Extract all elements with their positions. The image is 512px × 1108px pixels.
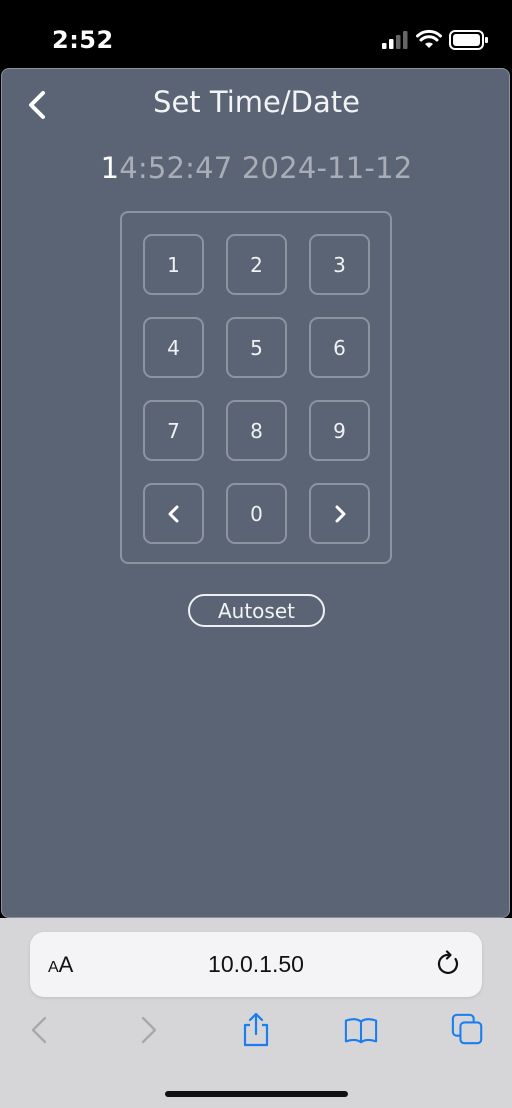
share-icon[interactable] xyxy=(239,1012,273,1048)
key-0[interactable]: 0 xyxy=(226,483,287,544)
key-1[interactable]: 1 xyxy=(143,234,204,295)
browser-bar: AA 10.0.1.50 xyxy=(0,918,512,1108)
key-7[interactable]: 7 xyxy=(143,400,204,461)
key-9[interactable]: 9 xyxy=(309,400,370,461)
key-5[interactable]: 5 xyxy=(226,317,287,378)
tabs-icon[interactable] xyxy=(451,1012,485,1048)
key-4[interactable]: 4 xyxy=(143,317,204,378)
key-6[interactable]: 6 xyxy=(309,317,370,378)
left-arrow-icon xyxy=(168,505,178,522)
reload-icon[interactable] xyxy=(436,950,462,978)
autoset-button[interactable]: Autoset xyxy=(188,594,325,627)
signal-icon xyxy=(382,31,408,49)
right-arrow-icon xyxy=(335,505,345,522)
status-time: 2:52 xyxy=(52,26,114,54)
datetime-rest: 4:52:47 2024-11-12 xyxy=(119,151,413,185)
wifi-icon xyxy=(416,29,442,48)
datetime-display: 14:52:47 2024-11-12 xyxy=(2,151,511,185)
status-bar: 2:52 xyxy=(0,0,512,68)
key-3[interactable]: 3 xyxy=(309,234,370,295)
battery-icon xyxy=(449,30,488,50)
keypad: 1 2 3 4 5 6 7 8 9 0 xyxy=(120,211,392,564)
key-8[interactable]: 8 xyxy=(226,400,287,461)
key-2[interactable]: 2 xyxy=(226,234,287,295)
key-right[interactable] xyxy=(309,483,370,544)
app-panel: Set Time/Date 14:52:47 2024-11-12 1 2 3 … xyxy=(1,68,510,918)
key-left[interactable] xyxy=(143,483,204,544)
datetime-cursor-digit: 1 xyxy=(100,151,120,185)
url-text: 10.0.1.50 xyxy=(208,951,304,977)
bookmarks-icon[interactable] xyxy=(344,1012,378,1048)
nav-back-icon[interactable] xyxy=(22,1012,56,1048)
home-indicator xyxy=(165,1091,348,1097)
address-bar[interactable]: AA 10.0.1.50 xyxy=(30,932,482,997)
nav-forward-icon[interactable] xyxy=(132,1012,166,1048)
page-title: Set Time/Date xyxy=(153,85,360,119)
